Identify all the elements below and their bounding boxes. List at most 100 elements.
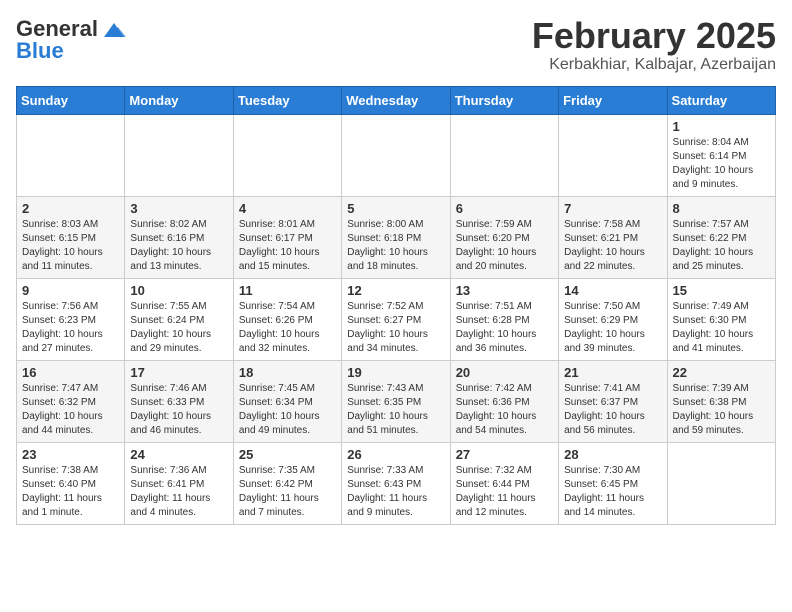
day-info: Sunrise: 8:04 AM Sunset: 6:14 PM Dayligh… xyxy=(673,136,770,192)
calendar-cell: 5Sunrise: 8:00 AM Sunset: 6:18 PM Daylig… xyxy=(342,196,450,278)
calendar-cell xyxy=(667,442,775,524)
day-number: 7 xyxy=(564,201,661,216)
calendar-cell: 9 Sunrise: 7:56 AM Sunset: 6:23 PM Daylig… xyxy=(17,278,125,360)
calendar-cell: 1 Sunrise: 8:04 AM Sunset: 6:14 PM Daylig… xyxy=(667,114,775,196)
day-number: 20 xyxy=(456,365,553,380)
calendar-table: SundayMondayTuesdayWednesdayThursdayFrid… xyxy=(16,86,776,525)
calendar-cell: 8 Sunrise: 7:57 AM Sunset: 6:22 PM Daylig… xyxy=(667,196,775,278)
day-number: 24 xyxy=(130,447,227,462)
day-info: Sunrise: 7:36 AM Sunset: 6:41 PM Dayligh… xyxy=(130,464,227,520)
day-info: Sunrise: 7:50 AM Sunset: 6:29 PM Dayligh… xyxy=(564,300,661,356)
day-number: 22 xyxy=(673,365,770,380)
day-info: Sunrise: 7:35 AM Sunset: 6:42 PM Dayligh… xyxy=(239,464,336,520)
day-info: Sunrise: 7:42 AM Sunset: 6:36 PM Dayligh… xyxy=(456,382,553,438)
day-info: Sunrise: 7:55 AM Sunset: 6:24 PM Dayligh… xyxy=(130,300,227,356)
day-number: 6 xyxy=(456,201,553,216)
weekday-header-sunday: Sunday xyxy=(17,86,125,114)
day-info: Sunrise: 8:01 AM Sunset: 6:17 PM Dayligh… xyxy=(239,218,336,274)
day-number: 19 xyxy=(347,365,444,380)
calendar-cell: 20 Sunrise: 7:42 AM Sunset: 6:36 PM Dayli… xyxy=(450,360,558,442)
day-number: 23 xyxy=(22,447,119,462)
day-number: 8 xyxy=(673,201,770,216)
calendar-cell xyxy=(559,114,667,196)
day-number: 1 xyxy=(673,119,770,134)
calendar-cell xyxy=(125,114,233,196)
calendar-cell: 22 Sunrise: 7:39 AM Sunset: 6:38 PM Dayli… xyxy=(667,360,775,442)
calendar-cell xyxy=(450,114,558,196)
logo-icon xyxy=(100,19,128,39)
weekday-header-friday: Friday xyxy=(559,86,667,114)
calendar-cell: 25 Sunrise: 7:35 AM Sunset: 6:42 PM Dayli… xyxy=(233,442,341,524)
calendar-cell: 12Sunrise: 7:52 AM Sunset: 6:27 PM Dayli… xyxy=(342,278,450,360)
day-info: Sunrise: 7:46 AM Sunset: 6:33 PM Dayligh… xyxy=(130,382,227,438)
day-info: Sunrise: 7:49 AM Sunset: 6:30 PM Dayligh… xyxy=(673,300,770,356)
day-info: Sunrise: 7:51 AM Sunset: 6:28 PM Dayligh… xyxy=(456,300,553,356)
calendar-cell: 27Sunrise: 7:32 AM Sunset: 6:44 PM Dayli… xyxy=(450,442,558,524)
calendar-cell: 13 Sunrise: 7:51 AM Sunset: 6:28 PM Dayli… xyxy=(450,278,558,360)
day-number: 14 xyxy=(564,283,661,298)
day-info: Sunrise: 7:38 AM Sunset: 6:40 PM Dayligh… xyxy=(22,464,119,520)
calendar-week-row-5: 23 Sunrise: 7:38 AM Sunset: 6:40 PM Dayli… xyxy=(17,442,776,524)
day-info: Sunrise: 7:59 AM Sunset: 6:20 PM Dayligh… xyxy=(456,218,553,274)
day-number: 10 xyxy=(130,283,227,298)
day-number: 18 xyxy=(239,365,336,380)
day-info: Sunrise: 7:30 AM Sunset: 6:45 PM Dayligh… xyxy=(564,464,661,520)
day-info: Sunrise: 7:43 AM Sunset: 6:35 PM Dayligh… xyxy=(347,382,444,438)
page-header: General Blue February 2025 Kerbakhiar, K… xyxy=(16,16,776,74)
weekday-header-saturday: Saturday xyxy=(667,86,775,114)
calendar-week-row-2: 2 Sunrise: 8:03 AM Sunset: 6:15 PM Daylig… xyxy=(17,196,776,278)
day-info: Sunrise: 8:02 AM Sunset: 6:16 PM Dayligh… xyxy=(130,218,227,274)
location-subtitle: Kerbakhiar, Kalbajar, Azerbaijan xyxy=(532,56,776,74)
day-number: 28 xyxy=(564,447,661,462)
weekday-header-wednesday: Wednesday xyxy=(342,86,450,114)
day-number: 2 xyxy=(22,201,119,216)
day-number: 17 xyxy=(130,365,227,380)
day-number: 21 xyxy=(564,365,661,380)
day-number: 16 xyxy=(22,365,119,380)
day-info: Sunrise: 7:33 AM Sunset: 6:43 PM Dayligh… xyxy=(347,464,444,520)
day-info: Sunrise: 7:57 AM Sunset: 6:22 PM Dayligh… xyxy=(673,218,770,274)
weekday-header-monday: Monday xyxy=(125,86,233,114)
calendar-cell xyxy=(233,114,341,196)
calendar-cell: 28 Sunrise: 7:30 AM Sunset: 6:45 PM Dayli… xyxy=(559,442,667,524)
day-info: Sunrise: 7:47 AM Sunset: 6:32 PM Dayligh… xyxy=(22,382,119,438)
calendar-cell: 11 Sunrise: 7:54 AM Sunset: 6:26 PM Dayli… xyxy=(233,278,341,360)
weekday-header-thursday: Thursday xyxy=(450,86,558,114)
calendar-cell: 2 Sunrise: 8:03 AM Sunset: 6:15 PM Daylig… xyxy=(17,196,125,278)
day-info: Sunrise: 7:39 AM Sunset: 6:38 PM Dayligh… xyxy=(673,382,770,438)
calendar-cell: 10 Sunrise: 7:55 AM Sunset: 6:24 PM Dayli… xyxy=(125,278,233,360)
calendar-cell: 15Sunrise: 7:49 AM Sunset: 6:30 PM Dayli… xyxy=(667,278,775,360)
day-number: 12 xyxy=(347,283,444,298)
day-info: Sunrise: 7:54 AM Sunset: 6:26 PM Dayligh… xyxy=(239,300,336,356)
calendar-cell: 7Sunrise: 7:58 AM Sunset: 6:21 PM Daylig… xyxy=(559,196,667,278)
calendar-cell: 14 Sunrise: 7:50 AM Sunset: 6:29 PM Dayli… xyxy=(559,278,667,360)
calendar-week-row-1: 1 Sunrise: 8:04 AM Sunset: 6:14 PM Daylig… xyxy=(17,114,776,196)
calendar-cell xyxy=(342,114,450,196)
calendar-cell: 21 Sunrise: 7:41 AM Sunset: 6:37 PM Dayli… xyxy=(559,360,667,442)
day-number: 9 xyxy=(22,283,119,298)
day-info: Sunrise: 8:03 AM Sunset: 6:15 PM Dayligh… xyxy=(22,218,119,274)
calendar-cell: 4 Sunrise: 8:01 AM Sunset: 6:17 PM Daylig… xyxy=(233,196,341,278)
calendar-cell: 23 Sunrise: 7:38 AM Sunset: 6:40 PM Dayli… xyxy=(17,442,125,524)
day-number: 4 xyxy=(239,201,336,216)
calendar-cell: 3 Sunrise: 8:02 AM Sunset: 6:16 PM Daylig… xyxy=(125,196,233,278)
weekday-header-tuesday: Tuesday xyxy=(233,86,341,114)
day-info: Sunrise: 7:32 AM Sunset: 6:44 PM Dayligh… xyxy=(456,464,553,520)
calendar-cell: 16 Sunrise: 7:47 AM Sunset: 6:32 PM Dayli… xyxy=(17,360,125,442)
day-info: Sunrise: 7:56 AM Sunset: 6:23 PM Dayligh… xyxy=(22,300,119,356)
day-number: 3 xyxy=(130,201,227,216)
calendar-cell: 18 Sunrise: 7:45 AM Sunset: 6:34 PM Dayli… xyxy=(233,360,341,442)
day-info: Sunrise: 7:41 AM Sunset: 6:37 PM Dayligh… xyxy=(564,382,661,438)
calendar-cell: 26Sunrise: 7:33 AM Sunset: 6:43 PM Dayli… xyxy=(342,442,450,524)
weekday-header-row: SundayMondayTuesdayWednesdayThursdayFrid… xyxy=(17,86,776,114)
day-info: Sunrise: 7:45 AM Sunset: 6:34 PM Dayligh… xyxy=(239,382,336,438)
title-block: February 2025 Kerbakhiar, Kalbajar, Azer… xyxy=(532,16,776,74)
logo-blue: Blue xyxy=(16,38,64,64)
calendar-cell: 24 Sunrise: 7:36 AM Sunset: 6:41 PM Dayli… xyxy=(125,442,233,524)
day-number: 11 xyxy=(239,283,336,298)
calendar-week-row-4: 16 Sunrise: 7:47 AM Sunset: 6:32 PM Dayli… xyxy=(17,360,776,442)
day-number: 25 xyxy=(239,447,336,462)
day-number: 13 xyxy=(456,283,553,298)
day-number: 5 xyxy=(347,201,444,216)
calendar-week-row-3: 9 Sunrise: 7:56 AM Sunset: 6:23 PM Daylig… xyxy=(17,278,776,360)
